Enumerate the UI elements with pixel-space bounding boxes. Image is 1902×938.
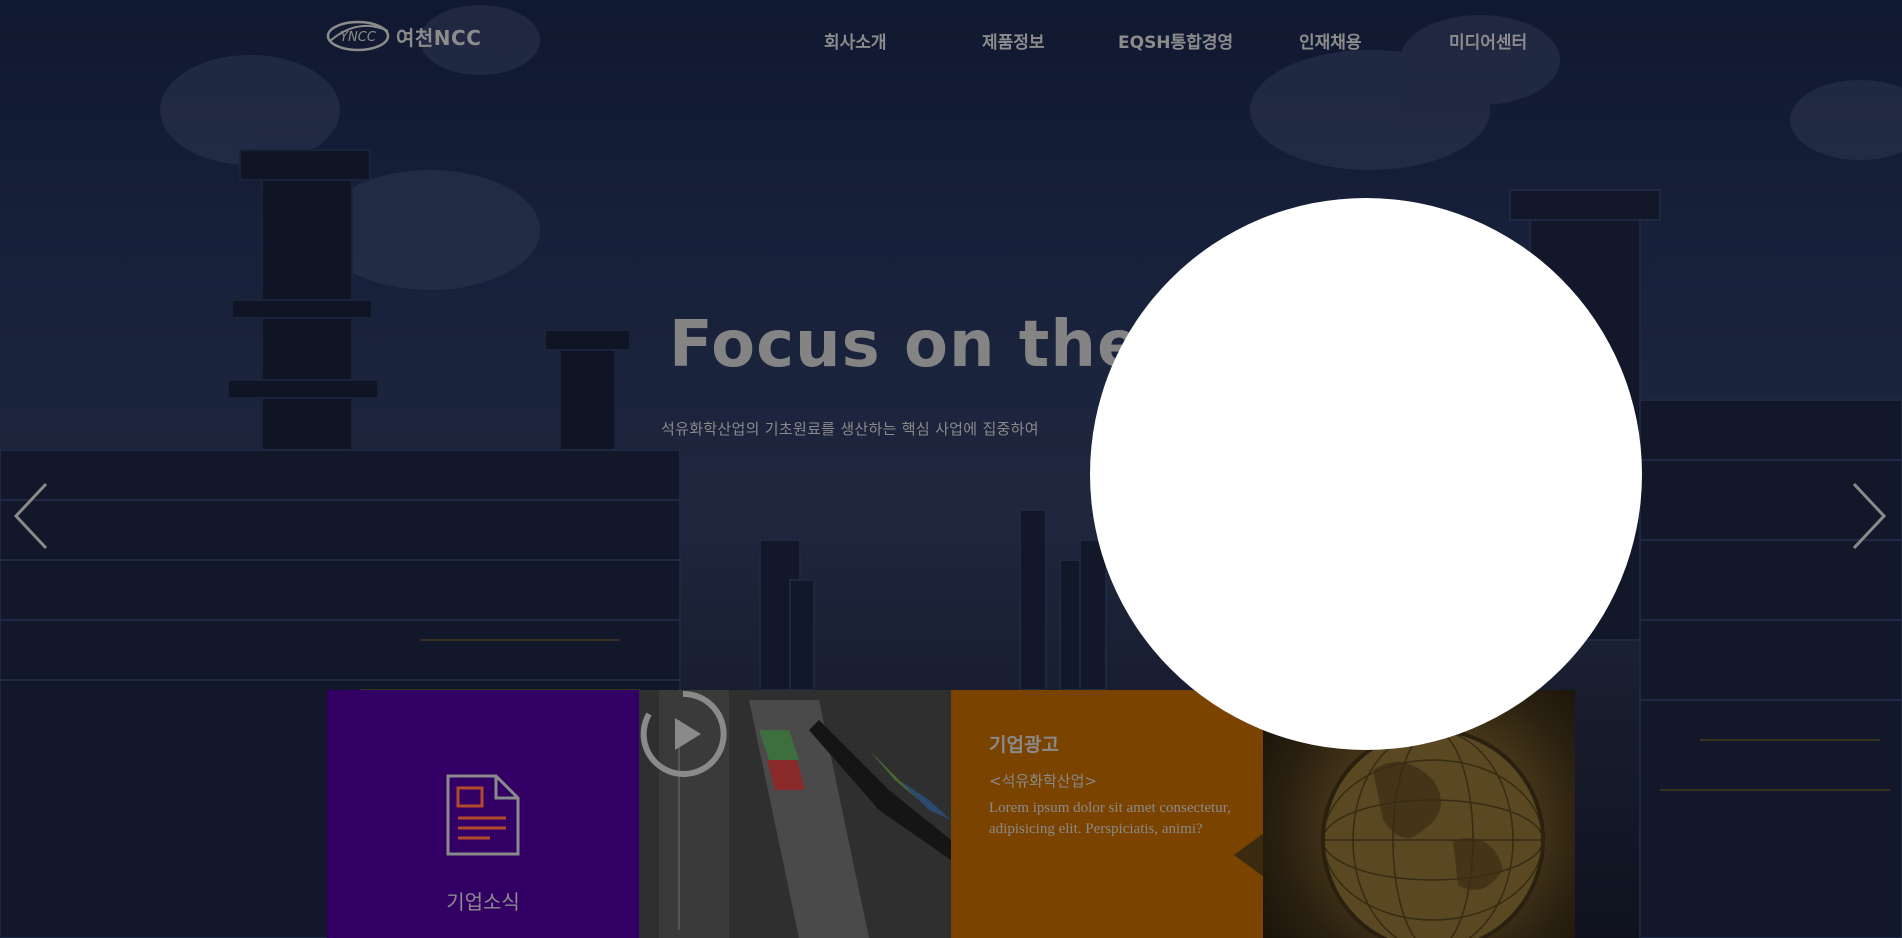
ad-panel[interactable]: 기업광고 <석유화학산업> Lorem ipsum dolor sit amet… — [951, 690, 1263, 938]
company-logo[interactable]: YNCC 여천NCC — [326, 18, 481, 54]
prev-slide-button[interactable] — [12, 480, 52, 552]
chevron-left-icon — [13, 482, 48, 550]
ad-pointer — [1234, 833, 1263, 877]
video-panel[interactable] — [639, 690, 951, 938]
document-icon — [446, 774, 520, 856]
popup-circle — [1090, 198, 1642, 750]
hero-subtitle: 석유화학산업의 기초원료를 생산하는 핵심 사업에 집중하여 — [661, 420, 1039, 438]
ad-heading: 기업광고 — [989, 734, 1059, 756]
yncc-logo-icon: YNCC — [326, 20, 390, 52]
nav-item-company[interactable]: 회사소개 — [824, 28, 887, 53]
logo-name: 여천NCC — [396, 25, 482, 50]
news-panel[interactable]: 기업소식 — [327, 690, 639, 938]
nav-item-eqsh[interactable]: EQSH통합경영 — [1118, 28, 1233, 53]
next-slide-button[interactable] — [1848, 480, 1888, 552]
news-panel-label: 기업소식 — [446, 890, 520, 914]
nav-item-recruit[interactable]: 인재채용 — [1299, 28, 1362, 53]
play-icon — [640, 690, 727, 777]
ad-subheading: <석유화학산업> — [989, 772, 1097, 790]
nav-item-products[interactable]: 제품정보 — [982, 28, 1045, 53]
ad-body: Lorem ipsum dolor sit amet consectetur, … — [989, 800, 1231, 837]
chevron-right-icon — [1852, 482, 1887, 550]
logo-mark-text: YNCC — [340, 30, 377, 45]
nav-item-media[interactable]: 미디어센터 — [1449, 28, 1527, 53]
